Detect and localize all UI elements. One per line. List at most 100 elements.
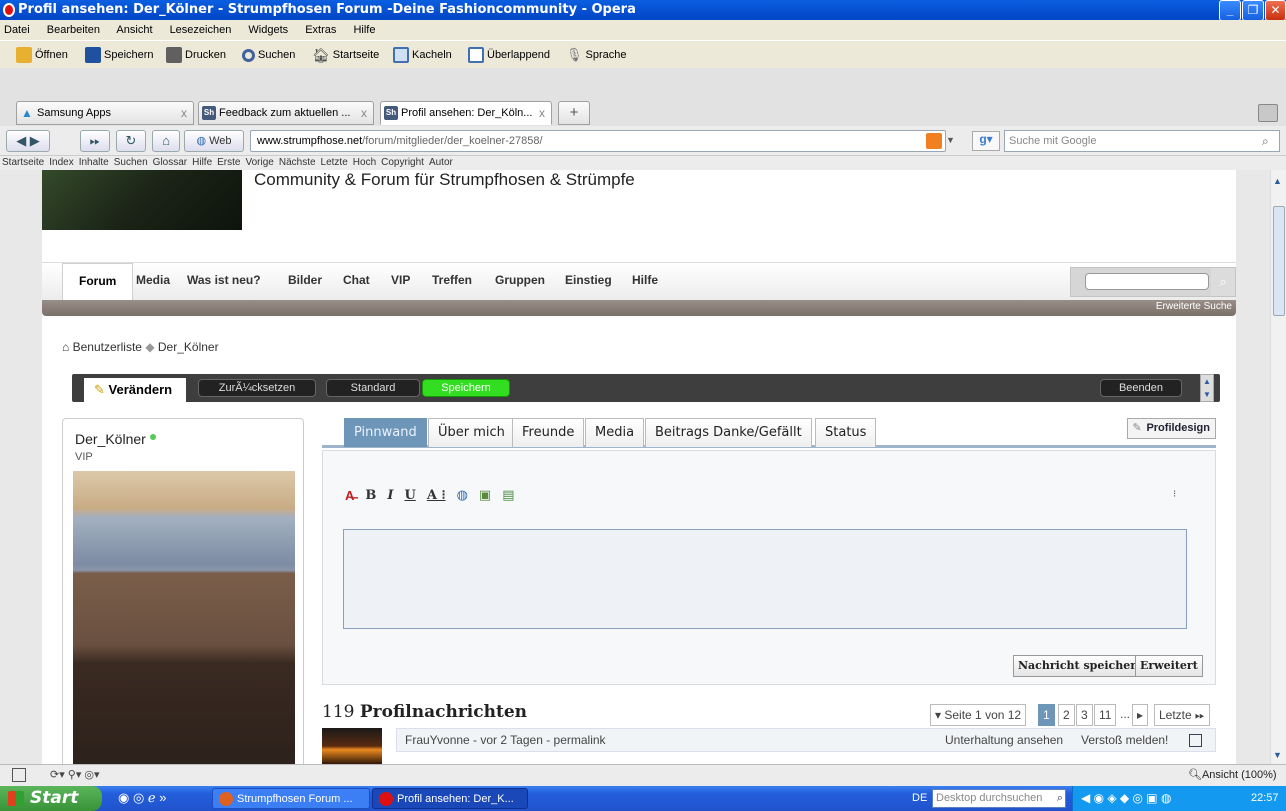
- link-vorige[interactable]: Vorige: [245, 157, 273, 168]
- rss-feed-icon[interactable]: [926, 133, 942, 149]
- scroll-down-icon[interactable]: ▼: [1273, 750, 1282, 760]
- nav-was-ist-neu[interactable]: Was ist neu?: [187, 273, 261, 287]
- view-conversation-link[interactable]: Unterhaltung ansehen: [945, 729, 1063, 751]
- text-color-icon[interactable]: A ⁝: [427, 488, 446, 503]
- message-textarea[interactable]: [343, 529, 1187, 629]
- profile-photo[interactable]: [73, 471, 295, 764]
- scroll-up-icon[interactable]: ▲: [1273, 176, 1282, 186]
- image-icon[interactable]: ▣: [479, 487, 491, 503]
- task-profil-ansehen[interactable]: Profil ansehen: Der_K...: [372, 788, 528, 809]
- quick-launch-icons[interactable]: ◉ ◎ ℯ »: [118, 790, 166, 806]
- tab-ueber-mich[interactable]: Über mich: [428, 418, 515, 447]
- tab-beitrags-danke[interactable]: Beitrags Danke/Gefällt: [645, 418, 812, 447]
- tab-media[interactable]: Media: [585, 418, 645, 447]
- search-button[interactable]: Suchen: [242, 41, 295, 69]
- editor-resize-icon[interactable]: ⁝: [1173, 489, 1176, 500]
- print-button[interactable]: Drucken: [166, 41, 226, 69]
- menu-bearbeiten[interactable]: Bearbeiten: [47, 24, 100, 36]
- tab-status[interactable]: Status: [815, 418, 877, 447]
- minimize-button[interactable]: _: [1219, 0, 1241, 21]
- save-button[interactable]: Speichern: [85, 41, 154, 69]
- zoom-indicator[interactable]: 🔍︎Ansicht (100%): [1188, 765, 1277, 785]
- link-inhalte[interactable]: Inhalte: [79, 157, 109, 168]
- pager-last[interactable]: Letzte ⏩︎: [1154, 704, 1210, 726]
- tab-profil[interactable]: Sh Profil ansehen: Der_Köln... x: [380, 101, 552, 125]
- link-hoch[interactable]: Hoch: [353, 157, 376, 168]
- tab-pinnwand[interactable]: Pinnwand: [344, 418, 427, 447]
- scrollbar-thumb[interactable]: [1273, 206, 1285, 316]
- link-erste[interactable]: Erste: [217, 157, 240, 168]
- menu-datei[interactable]: Datei: [4, 24, 30, 36]
- profile-design-button[interactable]: ✎ Profildesign: [1127, 418, 1216, 439]
- tab-freunde[interactable]: Freunde: [512, 418, 585, 447]
- language-indicator[interactable]: DE: [912, 792, 927, 804]
- cascade-button[interactable]: Überlappend: [468, 41, 550, 69]
- tab-close-icon[interactable]: x: [181, 102, 187, 124]
- nav-treffen[interactable]: Treffen: [432, 273, 472, 287]
- underline-icon[interactable]: U: [404, 488, 415, 503]
- page-2[interactable]: 2: [1058, 704, 1075, 726]
- panel-toggle-icon[interactable]: [12, 768, 26, 782]
- breadcrumb-memberlist[interactable]: Benutzerliste: [73, 340, 142, 354]
- status-tools-icon[interactable]: ⟳▾ ⚲▾ ◎▾: [50, 765, 100, 785]
- task-strumpfhosen-forum[interactable]: Strumpfhosen Forum ...: [212, 788, 370, 809]
- search-icon[interactable]: ⌕: [1057, 790, 1063, 807]
- tab-feedback[interactable]: Sh Feedback zum aktuellen ... x: [198, 101, 374, 125]
- menu-hilfe[interactable]: Hilfe: [353, 24, 375, 36]
- nav-forum[interactable]: Forum: [62, 263, 134, 301]
- desktop-search-input[interactable]: Desktop durchsuchen ⌕: [932, 789, 1066, 808]
- edit-bar-spinner[interactable]: ▲ ▼: [1200, 374, 1214, 402]
- page-1[interactable]: 1: [1038, 704, 1055, 726]
- fast-forward-button[interactable]: ⏩︎: [80, 130, 110, 152]
- nav-vip[interactable]: VIP: [391, 273, 410, 287]
- web-button[interactable]: ◍ Web: [184, 130, 244, 152]
- trash-icon[interactable]: [1258, 104, 1278, 122]
- save-profile-button[interactable]: Speichern: [422, 379, 510, 397]
- link-letzte[interactable]: Letzte: [321, 157, 348, 168]
- link-startseite[interactable]: Startseite: [2, 157, 44, 168]
- nav-chat[interactable]: Chat: [343, 273, 370, 287]
- nav-hilfe[interactable]: Hilfe: [632, 273, 658, 287]
- tray-icons[interactable]: ◀ ◉ ◈ ◆ ◎ ▣ ◍: [1081, 786, 1171, 811]
- open-button[interactable]: Öffnen: [16, 41, 68, 69]
- tile-button[interactable]: Kacheln: [393, 41, 452, 69]
- voice-button[interactable]: 🎙︎ Sprache: [566, 41, 627, 69]
- report-link[interactable]: Verstoß melden!: [1081, 729, 1168, 751]
- search-icon[interactable]: ⌕: [1211, 268, 1235, 296]
- page-11[interactable]: 11: [1094, 704, 1117, 726]
- new-tab-button[interactable]: +: [558, 101, 590, 125]
- bold-icon[interactable]: B: [365, 488, 376, 503]
- start-button[interactable]: Start: [0, 786, 102, 811]
- edit-tab[interactable]: ✎ Verändern: [84, 378, 186, 403]
- end-button[interactable]: Beenden: [1100, 379, 1182, 397]
- nav-media[interactable]: Media: [136, 273, 170, 287]
- chevron-down-icon[interactable]: ▼: [946, 135, 955, 145]
- close-button[interactable]: ✕: [1265, 0, 1286, 21]
- page-scrollbar[interactable]: ▲ ▼: [1270, 170, 1286, 764]
- nav-einstieg[interactable]: Einstieg: [565, 273, 612, 287]
- home-nav-button[interactable]: ⌂: [152, 130, 180, 152]
- reload-button[interactable]: ↻: [116, 130, 146, 152]
- link-glossar[interactable]: Glossar: [153, 157, 187, 168]
- advanced-button[interactable]: Erweitert: [1135, 655, 1203, 677]
- link-hilfe[interactable]: Hilfe: [192, 157, 212, 168]
- nav-gruppen[interactable]: Gruppen: [495, 273, 545, 287]
- message-meta-text[interactable]: FrauYvonne - vor 2 Tagen - permalink: [405, 733, 606, 747]
- search-input[interactable]: Suche mit Google: [1004, 130, 1280, 152]
- menu-extras[interactable]: Extras: [305, 24, 336, 36]
- back-button[interactable]: ◀ ▶: [6, 130, 50, 152]
- link-suchen[interactable]: Suchen: [114, 157, 148, 168]
- pager-next-icon[interactable]: ▸: [1132, 704, 1149, 726]
- advanced-search-link[interactable]: Erweiterte Suche: [1156, 301, 1232, 312]
- tab-samsung-apps[interactable]: ▲ Samsung Apps x: [16, 101, 194, 125]
- pager-label[interactable]: ▾ Seite 1 von 12: [930, 704, 1027, 726]
- search-icon[interactable]: ⌕: [1262, 134, 1269, 149]
- menu-ansicht[interactable]: Ansicht: [116, 24, 152, 36]
- nav-bilder[interactable]: Bilder: [288, 273, 322, 287]
- reset-button[interactable]: ZurÃ¼cksetzen: [198, 379, 316, 397]
- maximize-button[interactable]: ❐: [1242, 0, 1264, 21]
- link-naechste[interactable]: Nächste: [279, 157, 316, 168]
- google-icon[interactable]: g▾: [972, 131, 1000, 151]
- standard-button[interactable]: Standard: [326, 379, 420, 397]
- forum-search-input[interactable]: [1085, 273, 1209, 290]
